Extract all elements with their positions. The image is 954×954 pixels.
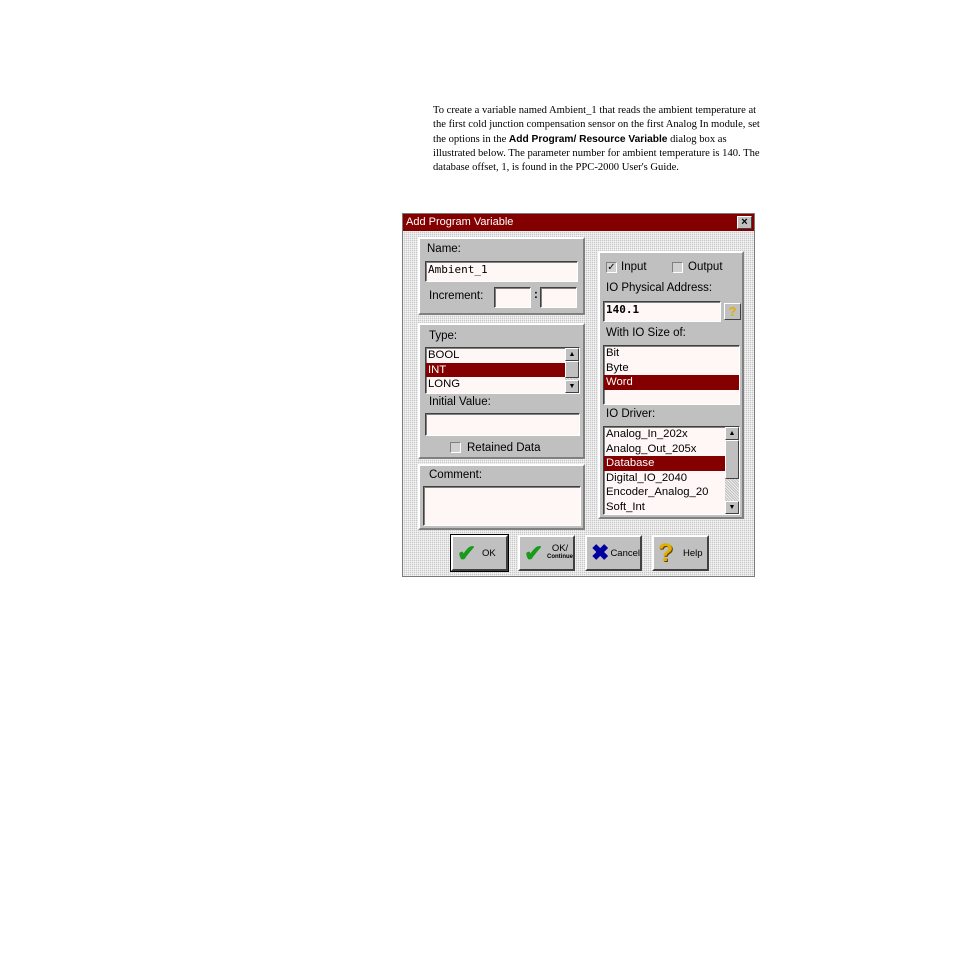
help-button[interactable]: ? Help	[652, 535, 709, 571]
ok-continue-button[interactable]: ✔ OK/ Continue	[518, 535, 575, 571]
comment-group: Comment:	[418, 464, 585, 530]
type-list-items: BOOL INT LONG	[426, 348, 579, 392]
green-check-icon: ✔	[524, 540, 544, 566]
output-label: Output	[688, 261, 723, 273]
type-group: Type: BOOL INT LONG ▲ ▼ Initial Value: Ret…	[418, 323, 585, 459]
size-list[interactable]: Bit Byte Word	[603, 345, 740, 405]
type-list-item[interactable]: INT	[426, 362, 565, 377]
ok-continue-label-line1: OK/	[551, 543, 569, 554]
driver-list-item[interactable]: Digital_IO_2040	[604, 471, 725, 486]
address-input[interactable]: 140.1	[603, 301, 721, 322]
type-label: Type:	[429, 330, 458, 342]
name-group: Name: Ambient_1 Increment: :	[418, 237, 585, 315]
driver-list-items: Analog_In_202x Analog_Out_205x Database Dig…	[604, 427, 739, 514]
driver-label: IO Driver:	[606, 408, 656, 420]
driver-list-item[interactable]: Database	[604, 456, 725, 471]
driver-scrollbar[interactable]: ▲ ▼	[725, 427, 739, 514]
size-list-item[interactable]: Byte	[604, 361, 739, 376]
ok-continue-label-line2: Continue	[547, 554, 573, 560]
scroll-thumb[interactable]	[725, 440, 739, 479]
dialog-titlebar: Add Program Variable ×	[403, 214, 754, 231]
retained-data-label: Retained Data	[467, 442, 541, 454]
comment-label: Comment:	[429, 469, 483, 481]
ok-continue-label: OK/ Continue	[547, 544, 573, 562]
driver-list[interactable]: Analog_In_202x Analog_Out_205x Database Dig…	[603, 426, 740, 515]
initial-value-input[interactable]	[425, 413, 580, 436]
scroll-up-icon[interactable]: ▲	[725, 427, 739, 440]
driver-list-item[interactable]: Analog_Out_205x	[604, 442, 725, 457]
cancel-button[interactable]: ✖ Cancel	[585, 535, 642, 571]
driver-list-item[interactable]: Soft_Int	[604, 500, 725, 515]
scroll-thumb[interactable]	[565, 361, 579, 378]
checkmark-icon: ✓	[607, 262, 616, 273]
instruction-paragraph: To create a variable named Ambient_1 tha…	[433, 104, 763, 175]
blue-x-icon: ✖	[591, 540, 610, 565]
comment-input[interactable]	[423, 486, 581, 526]
ok-button-label: OK	[482, 547, 496, 559]
type-list-item[interactable]: LONG	[426, 377, 565, 392]
paragraph-bold-dialog-name: Add Program/ Resource Variable	[508, 133, 668, 145]
output-checkbox[interactable]	[672, 262, 683, 273]
close-icon: ×	[741, 216, 748, 228]
increment-label: Increment:	[429, 290, 484, 302]
size-list-item[interactable]: Bit	[604, 346, 739, 361]
close-button[interactable]: ×	[737, 216, 752, 229]
cancel-button-label: Cancel	[610, 547, 641, 559]
type-list[interactable]: BOOL INT LONG ▲ ▼	[425, 347, 580, 394]
input-checkbox[interactable]: ✓	[606, 262, 617, 273]
driver-list-item[interactable]: Analog_In_202x	[604, 427, 725, 442]
type-list-item[interactable]: BOOL	[426, 348, 565, 363]
type-scrollbar[interactable]: ▲ ▼	[565, 348, 579, 393]
size-label: With IO Size of:	[606, 327, 686, 339]
initial-value-label: Initial Value:	[429, 396, 491, 408]
increment-start-input[interactable]	[494, 287, 531, 308]
ok-button[interactable]: ✔ OK	[450, 534, 509, 572]
green-check-icon: ✔	[457, 540, 477, 566]
scroll-down-icon[interactable]: ▼	[565, 380, 579, 393]
input-label: Input	[621, 261, 647, 273]
retained-data-checkbox[interactable]	[450, 442, 461, 453]
address-help-button[interactable]: ?	[724, 303, 741, 320]
yellow-question-icon: ?	[658, 539, 674, 567]
dialog-title: Add Program Variable	[406, 216, 514, 228]
address-label: IO Physical Address:	[606, 282, 713, 294]
add-program-variable-dialog: Add Program Variable × Name: Ambient_1 I…	[402, 213, 755, 577]
help-button-label: Help	[683, 547, 703, 559]
driver-list-item[interactable]: Encoder_Analog_20	[604, 485, 725, 500]
increment-separator: :	[534, 289, 538, 301]
increment-end-input[interactable]	[540, 287, 577, 308]
size-list-item[interactable]: Word	[604, 375, 739, 390]
name-label: Name:	[427, 243, 461, 255]
question-icon: ?	[728, 304, 737, 319]
scroll-up-icon[interactable]: ▲	[565, 348, 579, 361]
name-input[interactable]: Ambient_1	[425, 261, 578, 282]
scroll-down-icon[interactable]: ▼	[725, 501, 739, 514]
io-group: ✓ Input Output IO Physical Address: 140.…	[598, 251, 744, 519]
